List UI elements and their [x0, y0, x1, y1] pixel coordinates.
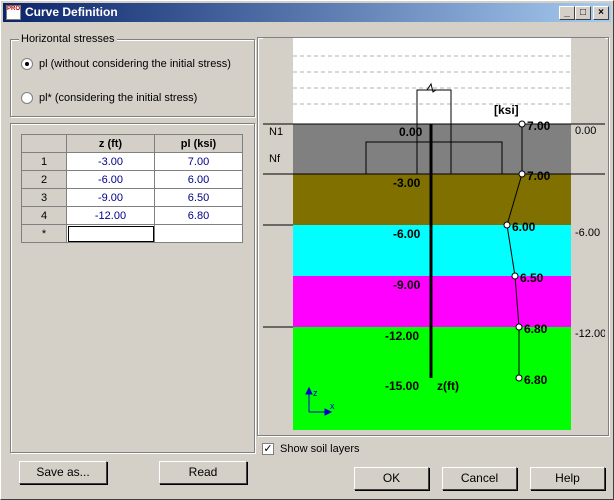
row-header-corner [21, 134, 67, 153]
depth-label: -15.00 [385, 379, 419, 393]
table-group: z (ft) pl (ksi) 1 -3.00 7.00 2 -6.00 6.0… [10, 123, 255, 453]
show-soil-layers-checkbox[interactable]: ✓ [262, 443, 274, 455]
curve-point[interactable] [515, 374, 523, 382]
depth-label: -9.00 [393, 278, 421, 292]
right-depth-label: -6.00 [575, 227, 600, 239]
triad-z-label: z [313, 388, 318, 398]
pl-label: 6.00 [512, 220, 536, 234]
cell-pl[interactable]: 7.00 [154, 152, 243, 171]
radio-label-with-initial-stress: pl* (considering the initial stress) [39, 92, 198, 104]
pl-label: 6.80 [524, 322, 548, 336]
cell-pl[interactable]: 6.00 [154, 170, 243, 189]
radio-with-initial-stress[interactable] [21, 92, 33, 104]
column-header-z: z (ft) [66, 134, 155, 153]
z-axis-label: z(ft) [437, 379, 459, 393]
depth-label: 0.00 [399, 125, 423, 139]
cell-pl[interactable]: 6.80 [154, 206, 243, 225]
row-number[interactable]: 1 [21, 152, 67, 171]
cell-z[interactable]: -12.00 [66, 206, 155, 225]
pl-label: 6.50 [520, 271, 544, 285]
soil-diagram: N1 Nf [ksi] 0.00 -3.00 -6.00 -9.00 -12.0… [263, 38, 606, 430]
unit-label: [ksi] [494, 103, 519, 117]
ok-button[interactable]: OK [354, 467, 429, 490]
radio-label-without-initial-stress: pl (without considering the initial stre… [39, 58, 231, 70]
window-title: Curve Definition [25, 5, 118, 19]
maximize-button[interactable]: □ [575, 6, 591, 20]
show-soil-layers-label: Show soil layers [280, 443, 360, 455]
depth-label: -6.00 [393, 227, 421, 241]
table-new-row: * [21, 224, 243, 243]
title-bar: PRO Curve Definition _ □ × [3, 3, 611, 22]
app-icon: PRO [6, 5, 21, 20]
save-as-button[interactable]: Save as... [19, 461, 107, 484]
cancel-button[interactable]: Cancel [442, 467, 517, 490]
right-depth-label: -12.00 [575, 328, 605, 340]
depth-label: -3.00 [393, 176, 421, 190]
curve-point[interactable] [511, 272, 519, 280]
pl-label: 6.80 [524, 373, 548, 387]
cell-z[interactable]: -9.00 [66, 188, 155, 207]
new-cell-pl[interactable] [154, 224, 243, 243]
new-cell-z[interactable] [66, 224, 155, 243]
minimize-button[interactable]: _ [559, 6, 575, 20]
table-row: 3 -9.00 6.50 [21, 188, 243, 207]
table-row: 4 -12.00 6.80 [21, 206, 243, 225]
cell-pl[interactable]: 6.50 [154, 188, 243, 207]
cell-z[interactable]: -3.00 [66, 152, 155, 171]
triad-x-label: x [330, 401, 335, 411]
new-row-marker[interactable]: * [21, 224, 67, 243]
stress-table: z (ft) pl (ksi) 1 -3.00 7.00 2 -6.00 6.0… [21, 134, 243, 243]
table-row: 1 -3.00 7.00 [21, 152, 243, 171]
close-button[interactable]: × [593, 6, 609, 20]
horizontal-stresses-group: Horizontal stresses pl (without consider… [10, 33, 255, 117]
soil-diagram-svg: N1 Nf [ksi] 0.00 -3.00 -6.00 -9.00 -12.0… [263, 38, 606, 430]
level-n1-label: N1 [269, 126, 283, 138]
row-number[interactable]: 4 [21, 206, 67, 225]
radio-without-initial-stress[interactable] [21, 58, 33, 70]
table-row: 2 -6.00 6.00 [21, 170, 243, 189]
sky-area [293, 38, 571, 124]
curve-point[interactable] [518, 120, 526, 128]
cell-z[interactable]: -6.00 [66, 170, 155, 189]
curve-point[interactable] [503, 221, 511, 229]
dialog-window: PRO Curve Definition _ □ × Horizontal st… [0, 0, 614, 500]
right-depth-label: 0.00 [575, 125, 596, 137]
row-number[interactable]: 2 [21, 170, 67, 189]
depth-label: -12.00 [385, 329, 419, 343]
help-button[interactable]: Help [530, 467, 605, 490]
column-header-pl: pl (ksi) [154, 134, 243, 153]
curve-point[interactable] [515, 323, 523, 331]
group-title: Horizontal stresses [19, 33, 117, 45]
level-nf-label: Nf [269, 153, 281, 165]
row-number[interactable]: 3 [21, 188, 67, 207]
read-button[interactable]: Read [159, 461, 247, 484]
pl-label: 7.00 [527, 169, 551, 183]
pl-label: 7.00 [527, 119, 551, 133]
curve-point[interactable] [518, 170, 526, 178]
